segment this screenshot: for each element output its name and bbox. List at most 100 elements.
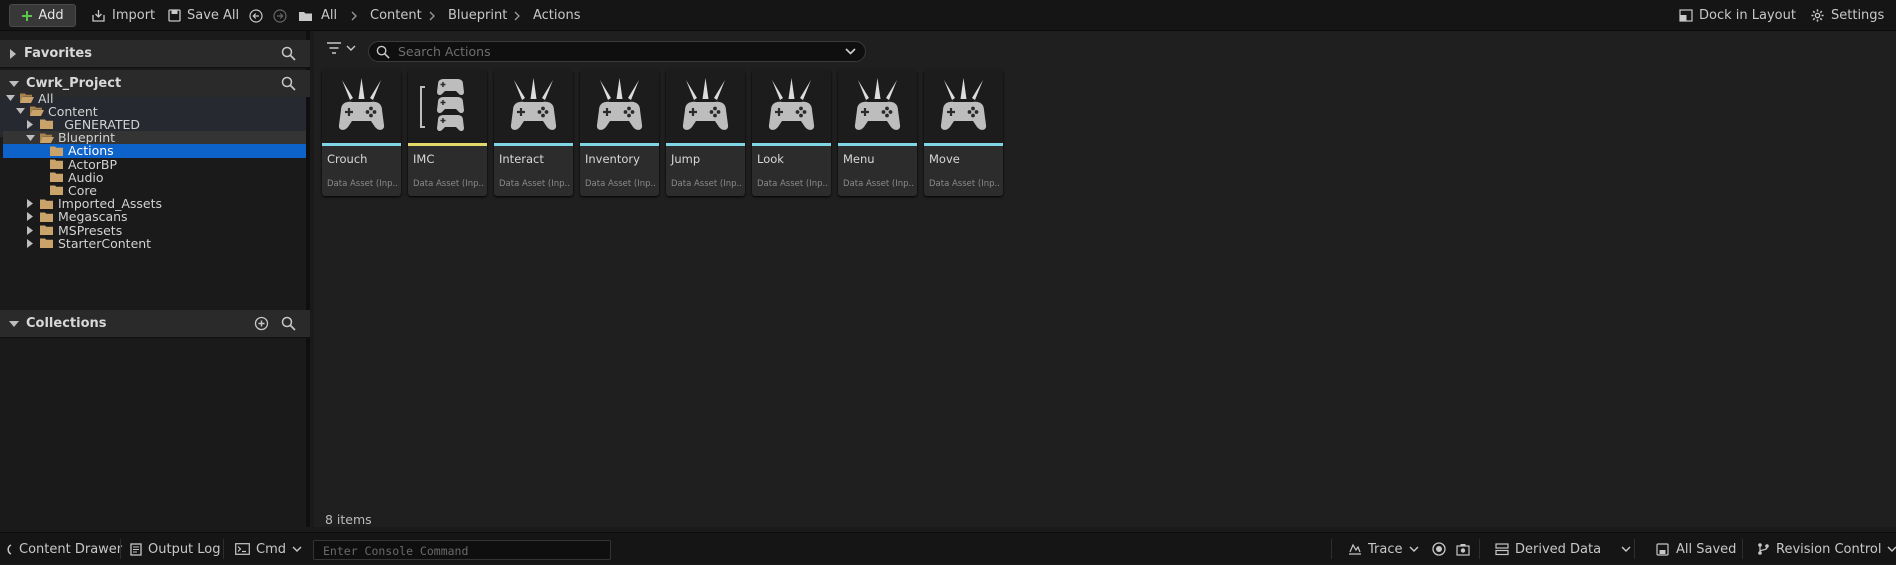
settings-button[interactable]: Settings (1810, 0, 1884, 31)
breadcrumb-item-actions[interactable]: Actions (533, 0, 581, 31)
gamepad-icon (924, 70, 1003, 143)
asset-type-color-bar (666, 143, 745, 146)
trace-icon (1348, 543, 1362, 555)
trace-label: Trace (1368, 541, 1403, 557)
search-input[interactable] (396, 43, 836, 60)
filter-button[interactable] (326, 41, 356, 55)
browse-folder-button[interactable] (298, 0, 313, 31)
asset-tile-move[interactable]: Move Data Asset (Inp... (924, 70, 1003, 196)
asset-tile-jump[interactable]: Jump Data Asset (Inp... (666, 70, 745, 196)
asset-tile-crouch[interactable]: Crouch Data Asset (Inp... (322, 70, 401, 196)
breadcrumb-item-all[interactable]: All (321, 0, 337, 31)
derived-data-menu[interactable]: Derived Data (1495, 533, 1631, 565)
derived-data-icon (1495, 542, 1509, 556)
breadcrumb-chevron-icon (428, 0, 436, 31)
history-back-button[interactable] (249, 0, 263, 31)
divider (223, 539, 224, 559)
chevron-down-icon (1409, 546, 1419, 553)
all-saved-button[interactable]: All Saved (1656, 533, 1736, 565)
asset-type-label: Data Asset (Inp... (585, 179, 657, 189)
spacer-icon (36, 146, 45, 155)
import-icon (91, 9, 106, 23)
cmd-label: Cmd (256, 541, 286, 557)
console-command-box[interactable] (313, 540, 611, 560)
divider (1634, 539, 1635, 559)
chevron-down-icon (9, 320, 19, 328)
content-drawer-button[interactable]: Content Drawer (3, 533, 122, 565)
asset-tile-interact[interactable]: Interact Data Asset (Inp... (494, 70, 573, 196)
asset-tile-menu[interactable]: Menu Data Asset (Inp... (838, 70, 917, 196)
trace-menu[interactable]: Trace (1348, 533, 1419, 565)
asset-name: Jump (671, 152, 701, 166)
search-icon[interactable] (281, 316, 296, 331)
folder-open-icon (19, 92, 34, 104)
status-bar: Content Drawer Output Log Cmd Trace (0, 532, 1896, 564)
asset-tile-look[interactable]: Look Data Asset (Inp... (752, 70, 831, 196)
chevron-right-icon[interactable] (26, 225, 35, 235)
search-icon[interactable] (281, 76, 296, 91)
chevron-right-icon[interactable] (26, 238, 35, 248)
asset-name: Menu (843, 152, 875, 166)
gear-icon (1810, 8, 1825, 23)
folder-icon (39, 211, 54, 223)
chevron-right-icon[interactable] (26, 199, 35, 209)
asset-type-label: Data Asset (Inp... (413, 179, 485, 189)
folder-open-icon (39, 132, 54, 144)
asset-type-label: Data Asset (Inp... (843, 179, 915, 189)
asset-type-color-bar (494, 143, 573, 146)
asset-search-box[interactable] (368, 41, 866, 62)
save-icon (168, 9, 181, 22)
output-log-button[interactable]: Output Log (130, 533, 221, 565)
folder-icon (39, 224, 54, 236)
favorites-header[interactable]: Favorites (0, 40, 310, 68)
folder-icon (49, 184, 64, 196)
divider (1331, 539, 1332, 559)
breadcrumb-item-blueprint[interactable]: Blueprint (448, 0, 507, 31)
search-icon (376, 45, 390, 59)
tree-folder-startercontent[interactable]: StarterContent (26, 235, 151, 251)
asset-type-label: Data Asset (Inp... (929, 179, 1001, 189)
history-forward-button[interactable] (273, 0, 287, 31)
spacer-icon (36, 173, 45, 182)
dock-icon (1679, 9, 1693, 22)
collections-title: Collections (26, 316, 107, 331)
save-all-button[interactable]: Save All (168, 0, 239, 31)
chevron-down-icon[interactable] (6, 94, 15, 102)
back-arrow-icon (249, 8, 263, 23)
add-button[interactable]: Add (9, 4, 76, 27)
chevron-down-icon[interactable] (16, 107, 25, 115)
cmd-selector[interactable]: Cmd (235, 533, 302, 565)
derived-data-label: Derived Data (1515, 541, 1602, 557)
gamepad-icon (838, 70, 917, 143)
record-trace-button[interactable] (1432, 533, 1446, 565)
project-title: Cwrk_Project (26, 76, 122, 91)
revision-control-menu[interactable]: Revision Control (1757, 533, 1896, 565)
chevron-down-icon (9, 80, 19, 88)
asset-name: IMC (413, 152, 435, 166)
asset-name: Look (757, 152, 784, 166)
asset-type-label: Data Asset (Inp... (327, 179, 399, 189)
dock-in-layout-button[interactable]: Dock in Layout (1679, 0, 1796, 31)
chevron-right-icon[interactable] (26, 119, 35, 129)
search-options-chevron-icon[interactable] (845, 48, 856, 56)
screenshot-button[interactable] (1456, 533, 1470, 565)
folder-icon (39, 198, 54, 210)
search-icon[interactable] (281, 46, 296, 61)
console-command-input[interactable] (321, 543, 601, 559)
asset-tile-inventory[interactable]: Inventory Data Asset (Inp... (580, 70, 659, 196)
folder-icon (298, 10, 313, 22)
content-browser-toolbar: Add Import Save All All Content Blueprin… (0, 0, 1896, 31)
asset-name: Inventory (585, 152, 640, 166)
asset-tile-imc[interactable]: IMC Data Asset (Inp... (408, 70, 487, 196)
sources-panel: Favorites Cwrk_Project All Content _GENERA… (0, 31, 310, 527)
revision-control-label: Revision Control (1776, 541, 1882, 557)
import-button[interactable]: Import (91, 0, 155, 31)
chevron-right-icon[interactable] (26, 212, 35, 222)
collections-header[interactable]: Collections (0, 310, 310, 338)
breadcrumb-item-content[interactable]: Content (370, 0, 422, 31)
camera-icon (1456, 543, 1470, 556)
chevron-down-icon (1621, 546, 1631, 553)
add-collection-icon[interactable] (254, 316, 269, 331)
chevron-down-icon[interactable] (26, 134, 35, 142)
breadcrumb-chevron-icon (350, 0, 358, 31)
